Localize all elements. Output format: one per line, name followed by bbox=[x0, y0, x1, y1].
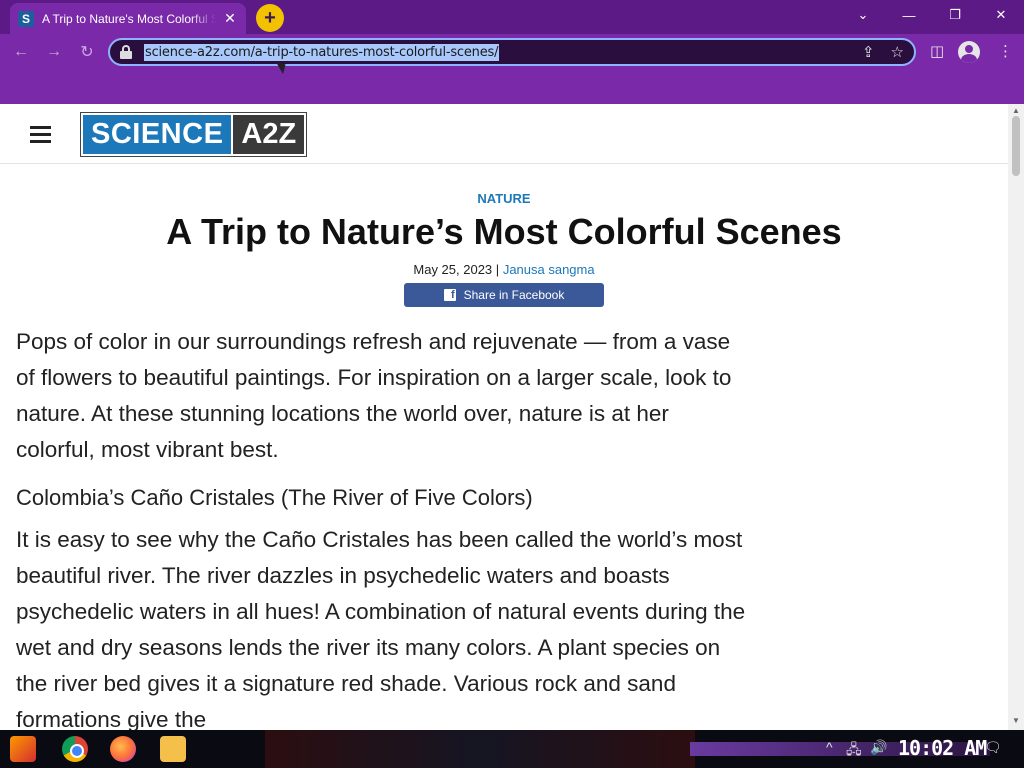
facebook-share-button[interactable]: f Share in Facebook bbox=[404, 283, 604, 307]
back-arrow-icon[interactable]: ← bbox=[10, 41, 32, 63]
chrome-taskbar-icon[interactable] bbox=[62, 736, 88, 762]
bookmark-star-icon[interactable]: ☆ bbox=[891, 43, 904, 61]
meta-separator: | bbox=[495, 262, 500, 277]
article-category-link[interactable]: NATURE bbox=[0, 191, 1008, 206]
scroll-up-icon[interactable]: ▲ bbox=[1011, 106, 1021, 116]
profile-avatar-icon[interactable] bbox=[958, 41, 980, 63]
network-icon[interactable]: 🖧 bbox=[846, 739, 862, 763]
forward-arrow-icon[interactable]: → bbox=[43, 41, 65, 63]
tray-expand-icon[interactable]: ^ bbox=[826, 739, 833, 755]
browser-toolbar: ← → ↻ science-a2z.com/a-trip-to-natures-… bbox=[0, 34, 1024, 70]
article-paragraph: Pops of color in our surroundings refres… bbox=[16, 329, 732, 462]
scroll-down-icon[interactable]: ▼ bbox=[1011, 716, 1021, 726]
new-tab-button[interactable]: + bbox=[256, 4, 284, 32]
restore-button[interactable]: ❐ bbox=[932, 4, 978, 26]
start-button[interactable] bbox=[10, 736, 36, 762]
os-taskbar: ^ 🖧 🔊 10:02 AM 🗨 bbox=[0, 730, 1024, 768]
tab-search-icon[interactable]: ⌄ bbox=[840, 4, 886, 26]
lock-icon[interactable] bbox=[120, 45, 132, 59]
article-subheading: Colombia’s Caño Cristales (The River of … bbox=[16, 485, 533, 510]
taskbar-clock[interactable]: 10:02 AM bbox=[898, 736, 987, 760]
side-panel-icon[interactable]: ◫ bbox=[930, 42, 944, 60]
site-favicon-icon: S bbox=[18, 10, 34, 27]
url-text[interactable]: science-a2z.com/a-trip-to-natures-most-c… bbox=[144, 43, 500, 61]
facebook-icon: f bbox=[443, 289, 456, 301]
page-scrollbar[interactable]: ▲ ▼ bbox=[1008, 104, 1024, 730]
article-body: Pops of color in our surroundings refres… bbox=[16, 324, 746, 730]
reload-icon[interactable]: ↻ bbox=[76, 41, 98, 63]
minimize-button[interactable]: — bbox=[886, 4, 932, 26]
article-date: May 25, 2023 bbox=[413, 262, 493, 277]
author-link[interactable]: Janusa sangma bbox=[503, 262, 595, 277]
share-label: Share in Facebook bbox=[463, 288, 565, 302]
article-title: A Trip to Nature’s Most Colorful Scenes bbox=[166, 211, 842, 252]
tab-title: A Trip to Nature's Most Colorful Scenes … bbox=[42, 11, 216, 26]
volume-icon[interactable]: 🔊 bbox=[870, 739, 887, 756]
logo-a2z: A2Z bbox=[233, 113, 307, 156]
taskbar-wallpaper bbox=[265, 730, 695, 768]
site-logo[interactable]: SCIENCE A2Z bbox=[80, 112, 308, 157]
scrollbar-thumb[interactable] bbox=[1012, 116, 1020, 176]
browser-titlebar: S A Trip to Nature's Most Colorful Scene… bbox=[0, 0, 1024, 34]
bookmark-bar bbox=[0, 70, 1024, 104]
hamburger-menu-icon[interactable] bbox=[30, 126, 51, 143]
address-bar[interactable]: science-a2z.com/a-trip-to-natures-most-c… bbox=[108, 38, 916, 66]
share-icon[interactable]: ⇪ bbox=[862, 43, 875, 61]
web-page: SCIENCE A2Z NATURE A Trip to Nature’s Mo… bbox=[0, 104, 1008, 730]
article-paragraph: It is easy to see why the Caño Cristales… bbox=[16, 527, 746, 730]
firefox-taskbar-icon[interactable] bbox=[110, 736, 136, 762]
site-header: SCIENCE A2Z bbox=[0, 104, 1008, 164]
file-explorer-icon[interactable] bbox=[160, 736, 186, 762]
close-tab-icon[interactable]: ✕ bbox=[222, 10, 238, 27]
notification-icon[interactable]: 🗨 bbox=[984, 739, 1002, 756]
browser-tab[interactable]: S A Trip to Nature's Most Colorful Scene… bbox=[10, 3, 246, 34]
article-meta: May 25, 2023 | Janusa sangma bbox=[0, 262, 1008, 277]
browser-menu-icon[interactable]: ⋮ bbox=[998, 42, 1013, 60]
close-window-button[interactable]: ✕ bbox=[978, 4, 1024, 26]
logo-science: SCIENCE bbox=[81, 113, 234, 156]
